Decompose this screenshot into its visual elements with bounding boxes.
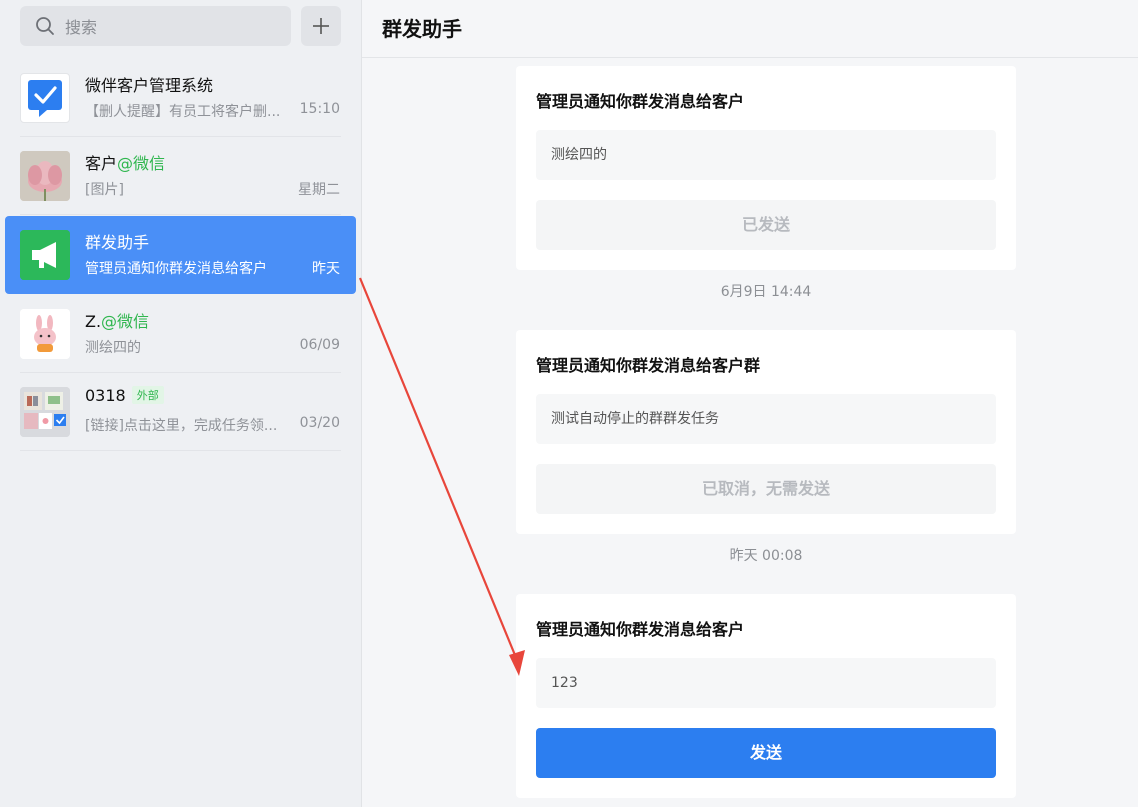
conversation-item-0318[interactable]: 0318 外部 [链接]点击这里，完成任务领... 03/20 (5, 373, 356, 451)
message-timestamp: 6月9日 14:44 (720, 284, 812, 300)
broadcast-card: 管理员通知你群发消息给客户 测绘四的 已发送 (516, 66, 1016, 270)
send-button[interactable]: 发送 (536, 728, 996, 778)
divider (20, 214, 341, 215)
conversation-preview: [链接]点击这里，完成任务领... (85, 418, 278, 434)
conversation-time: 06/09 (299, 337, 340, 353)
conversation-item-weiban[interactable]: 微伴客户管理系统 【删人提醒】有员工将客户删... 15:10 (5, 59, 356, 137)
lotus-photo (20, 151, 70, 201)
search-icon (36, 17, 54, 35)
chat-title: 群发助手 (382, 17, 462, 41)
wechat-suffix: @微信 (117, 154, 166, 173)
chat-header: 群发助手 (362, 0, 1138, 58)
add-button[interactable] (301, 6, 341, 46)
check-chat-icon (20, 73, 70, 123)
card-content: 测试自动停止的群群发任务 (536, 394, 996, 444)
wechat-suffix: @微信 (101, 312, 150, 331)
conversation-time: 星期二 (298, 182, 340, 198)
broadcast-card: 管理员通知你群发消息给客户 123 发送 (516, 594, 1016, 798)
conversation-item-z[interactable]: Z.@微信 测绘四的 06/09 (5, 295, 356, 373)
conversation-name: 客户@微信 (85, 154, 166, 173)
group-avatar (20, 387, 70, 437)
card-title: 管理员通知你群发消息给客户群 (536, 356, 761, 375)
plus-icon (313, 18, 329, 34)
conversation-time: 昨天 (312, 261, 340, 277)
conversation-name: Z.@微信 (85, 312, 150, 331)
conversation-preview: 管理员通知你群发消息给客户 (85, 261, 267, 277)
search-input[interactable]: 搜索 (20, 6, 291, 46)
conversation-name: 0318 外部 (85, 386, 164, 405)
divider (20, 450, 341, 451)
megaphone-icon (20, 230, 70, 280)
cancelled-status-button: 已取消，无需发送 (536, 464, 996, 514)
conversation-sidebar: 搜索 微伴客户管理系统 【删人提醒】有员工将客户删... 15:10 客户@微信… (0, 0, 362, 807)
conversation-name: 群发助手 (85, 233, 150, 252)
conversation-name: 微伴客户管理系统 (85, 76, 214, 95)
conversation-preview: [图片] (85, 182, 124, 198)
conversation-preview: 【删人提醒】有员工将客户删... (85, 104, 281, 120)
card-content: 123 (536, 658, 996, 708)
broadcast-card: 管理员通知你群发消息给客户群 测试自动停止的群群发任务 已取消，无需发送 (516, 330, 1016, 534)
conversation-preview: 测绘四的 (85, 340, 141, 356)
conversation-time: 15:10 (299, 101, 340, 117)
card-title: 管理员通知你群发消息给客户 (536, 620, 745, 639)
bunny-avatar (20, 309, 70, 359)
search-placeholder: 搜索 (65, 18, 98, 37)
message-timestamp: 昨天 00:08 (729, 548, 803, 564)
sent-status-button: 已发送 (536, 200, 996, 250)
external-tag: 外部 (131, 386, 164, 404)
conversation-item-customer[interactable]: 客户@微信 [图片] 星期二 (5, 137, 356, 215)
card-title: 管理员通知你群发消息给客户 (536, 92, 745, 111)
conversation-item-broadcast-assistant[interactable]: 群发助手 管理员通知你群发消息给客户 昨天 (5, 216, 356, 294)
card-content: 测绘四的 (536, 130, 996, 180)
conversation-time: 03/20 (299, 415, 340, 431)
